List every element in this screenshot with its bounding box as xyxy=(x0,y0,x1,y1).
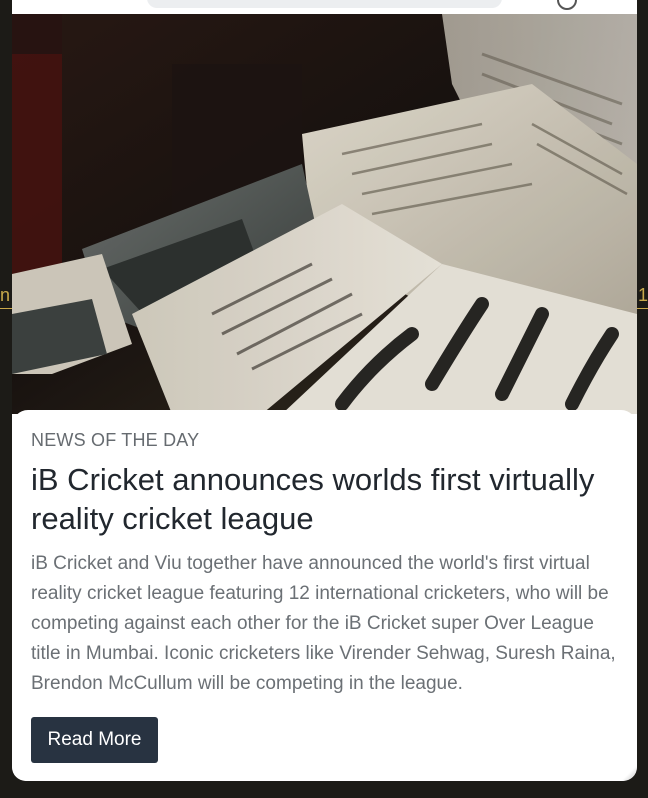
article-summary: iB Cricket and Viu together have announc… xyxy=(31,553,616,694)
background-divider-right xyxy=(636,308,648,309)
top-navbar xyxy=(12,0,637,14)
news-card: NEWS OF THE DAY iB Cricket announces wor… xyxy=(12,0,637,781)
article-headline[interactable]: iB Cricket announces worlds first virtua… xyxy=(31,460,621,538)
read-more-button[interactable]: Read More xyxy=(31,717,158,763)
news-image xyxy=(12,14,637,414)
card-corner-shadow xyxy=(621,765,637,781)
search-input[interactable] xyxy=(147,0,502,8)
article-content: NEWS OF THE DAY iB Cricket announces wor… xyxy=(12,410,637,781)
background-text-fragment-left: n xyxy=(0,285,11,305)
background-text-fragment-right: 1 xyxy=(637,285,648,305)
article-kicker: NEWS OF THE DAY xyxy=(31,430,200,450)
user-icon[interactable] xyxy=(557,0,577,10)
